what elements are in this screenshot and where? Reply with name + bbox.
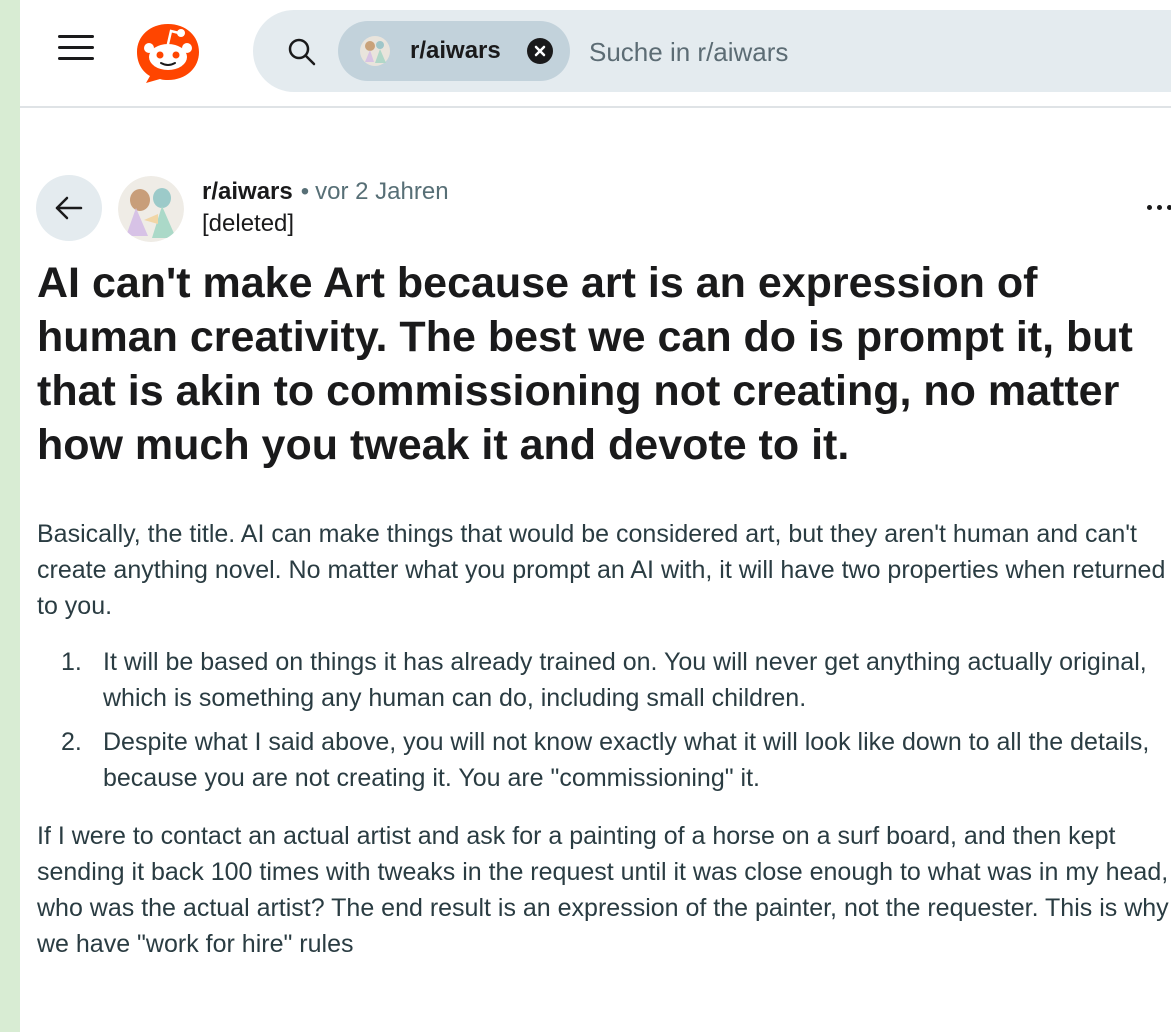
chip-label: r/aiwars — [410, 37, 501, 64]
list-item-number: 2. — [61, 728, 82, 756]
more-options-icon[interactable] — [1145, 196, 1171, 220]
post-age: vor 2 Jahren — [315, 178, 449, 205]
list-item-number: 1. — [61, 648, 82, 676]
post-paragraph: Basically, the title. AI can make things… — [37, 520, 1166, 620]
post-paragraph: If I were to contact an actual artist an… — [37, 822, 1169, 958]
post-author: [deleted] — [202, 210, 295, 237]
search-input[interactable]: Suche in r/aiwars — [589, 36, 788, 68]
post-title: AI can't make Art because art is an expr… — [37, 259, 1133, 469]
post-meta: r/aiwars • vor 2 Jahren — [202, 178, 449, 206]
list-item: 2. Despite what I said above, you will n… — [37, 724, 1171, 796]
subreddit-filter-chip[interactable]: r/aiwars — [338, 21, 570, 81]
meta-separator: • — [300, 178, 310, 205]
close-icon[interactable] — [527, 38, 553, 64]
arrow-left-icon — [55, 196, 83, 220]
list-item: 1. It will be based on things it has alr… — [37, 644, 1171, 716]
hamburger-menu-icon[interactable] — [56, 27, 96, 67]
search-icon[interactable] — [287, 37, 317, 67]
back-button[interactable] — [36, 175, 102, 241]
post-list: 1. It will be based on things it has alr… — [37, 644, 1171, 796]
page: r/aiwars Suche in r/aiwars r/aiwars • vo… — [20, 0, 1171, 1032]
subreddit-avatar — [360, 36, 390, 66]
subreddit-avatar[interactable] — [118, 176, 184, 242]
search-bar[interactable]: r/aiwars Suche in r/aiwars — [253, 10, 1171, 92]
list-item-text: It will be based on things it has alread… — [103, 648, 1147, 712]
subreddit-link[interactable]: r/aiwars — [202, 178, 293, 205]
list-item-text: Despite what I said above, you will not … — [103, 728, 1150, 792]
reddit-logo-icon[interactable] — [134, 20, 202, 84]
post-body: Basically, the title. AI can make things… — [37, 516, 1171, 962]
top-bar: r/aiwars Suche in r/aiwars — [20, 0, 1171, 108]
